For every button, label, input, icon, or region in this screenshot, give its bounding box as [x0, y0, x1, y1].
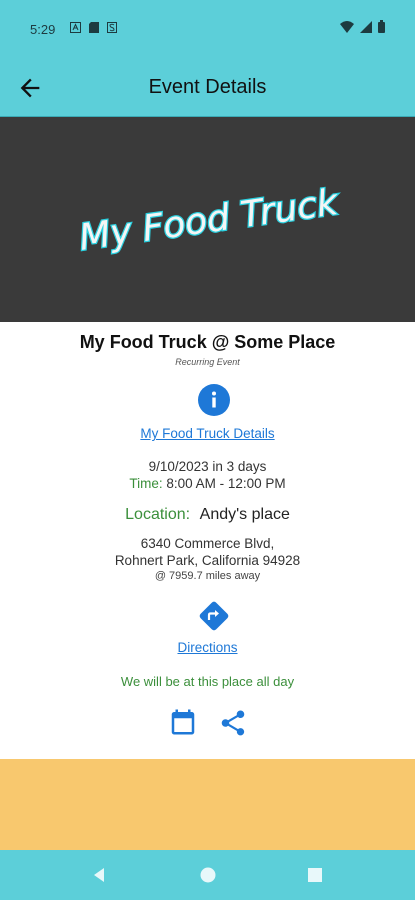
event-subtitle: Recurring Event [175, 357, 240, 367]
address-line-1: 6340 Commerce Blvd, [140, 536, 275, 551]
app-icon-a [70, 22, 81, 33]
battery-icon [378, 20, 385, 33]
signal-icon [360, 20, 372, 33]
page-title: Event Details [148, 76, 267, 98]
distance-text: @ 7959.7 miles away [154, 570, 261, 582]
add-to-calendar-button[interactable] [168, 707, 198, 737]
time-value: 8:00 AM - 12:00 PM [166, 476, 286, 491]
event-time: Time: 8:00 AM - 12:00 PM [0, 476, 415, 491]
system-nav-bar [0, 850, 415, 900]
food-truck-logo: My Food Truck [75, 181, 343, 261]
location-label: Location: [125, 506, 191, 523]
nav-back-icon [94, 868, 104, 882]
nav-recents-button[interactable] [307, 867, 323, 883]
banner-image: My Food Truck [0, 117, 415, 322]
event-details-content: My Food Truck @ Some Place Recurring Eve… [0, 322, 415, 759]
time-label: Time: [129, 476, 163, 491]
details-link[interactable]: My Food Truck Details [0, 426, 415, 441]
app-bar: Event Details [0, 60, 415, 117]
event-title: My Food Truck @ Some Place [79, 332, 336, 352]
status-time: 5:29 [30, 22, 56, 37]
status-bar: 5:29 [0, 0, 415, 60]
footer-band [0, 759, 415, 850]
share-icon [221, 710, 245, 736]
info-icon [198, 384, 230, 416]
status-icons-right [340, 20, 385, 33]
share-button[interactable] [218, 708, 248, 738]
directions-link[interactable]: Directions [0, 640, 415, 655]
calendar-icon [171, 709, 195, 735]
status-icons-left [70, 22, 117, 33]
s-icon [107, 22, 117, 33]
nav-home-button[interactable] [199, 866, 217, 884]
address-line-2: Rohnert Park, California 94928 [114, 553, 301, 568]
nav-recents-icon [308, 868, 322, 882]
directions-button[interactable] [197, 599, 231, 633]
nav-back-button[interactable] [90, 866, 108, 884]
info-button[interactable] [198, 384, 230, 416]
event-note: We will be at this place all day [120, 674, 295, 689]
event-date: 9/10/2023 in 3 days [148, 459, 267, 474]
nav-home-icon [200, 867, 216, 883]
event-location: Location: Andy's place [0, 506, 415, 524]
location-value: Andy's place [199, 506, 290, 523]
svg-text:My Food Truck: My Food Truck [77, 182, 343, 259]
directions-icon [199, 601, 229, 631]
wifi-icon [340, 20, 354, 33]
sd-card-icon [89, 22, 99, 33]
